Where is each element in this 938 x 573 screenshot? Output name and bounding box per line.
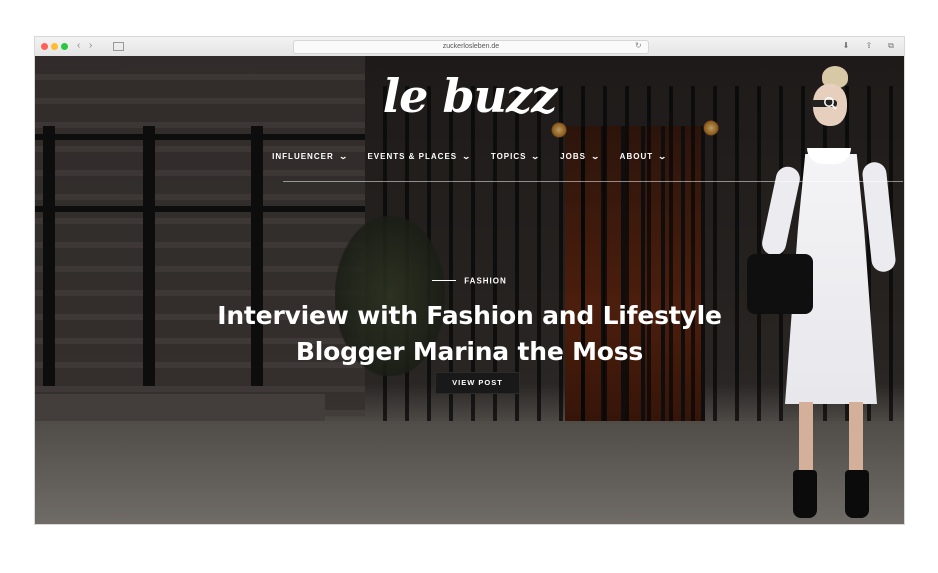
headline-line-1: Interview with Fashion and Lifestyle [217,301,722,330]
reload-icon[interactable]: ↻ [635,40,642,52]
zoom-window-button[interactable] [61,43,68,50]
nav-item-label: ABOUT [619,151,654,161]
browser-toolbar: ‹ › zuckerlosleben.de ↻ ⬇ ⇪ ⧉ [35,37,904,57]
address-bar[interactable]: zuckerlosleben.de [293,40,649,54]
chevron-down-icon: ⌄ [461,151,473,161]
back-arrow-icon[interactable]: ‹ [77,40,80,52]
nav-item-label: EVENTS & PLACES [367,151,458,161]
share-icon[interactable]: ⇪ [864,41,874,51]
tabs-overview-icon[interactable]: ⧉ [886,41,896,51]
nav-item-topics[interactable]: TOPICS ⌄ [490,151,542,161]
site-logo[interactable]: le buzz [35,68,904,124]
nav-item-events-places[interactable]: EVENTS & PLACES ⌄ [367,151,473,161]
close-window-button[interactable] [41,43,48,50]
address-bar-url: zuckerlosleben.de [442,43,500,50]
chevron-down-icon: ⌄ [590,151,602,161]
nav-item-influencer[interactable]: INFLUENCER ⌄ [272,152,347,161]
minimize-window-button[interactable] [51,43,58,50]
post-category[interactable]: FASHION [35,272,904,290]
nav-item-label: JOBS [560,151,586,161]
main-navigation: INFLUENCER ⌄ EVENTS & PLACES ⌄ TOPICS ⌄ … [35,142,904,170]
nav-item-label: INFLUENCER [272,151,334,161]
download-icon[interactable]: ⬇ [841,41,851,51]
chevron-down-icon: ⌄ [657,151,669,161]
nav-item-jobs[interactable]: JOBS ⌄ [560,152,600,161]
nav-divider [283,181,903,182]
chevron-down-icon: ⌄ [530,151,542,161]
sidebar-toggle-icon[interactable] [113,42,124,51]
hero-section: le buzz INFLUENCER ⌄ EVENTS & PLACES ⌄ T… [35,56,904,524]
search-icon[interactable] [823,96,837,110]
woman-figure [747,66,904,524]
category-label: FASHION [464,276,507,286]
browser-window: ‹ › zuckerlosleben.de ↻ ⬇ ⇪ ⧉ le buzz IN… [35,37,904,524]
post-headline[interactable]: Interview with Fashion and Lifestyle Blo… [35,298,904,370]
headline-line-2: Blogger Marina the Moss [295,337,644,366]
nav-item-label: TOPICS [490,151,527,161]
category-rule [432,280,457,282]
nav-item-about[interactable]: ABOUT ⌄ [620,152,667,161]
forward-arrow-icon[interactable]: › [89,40,92,52]
chevron-down-icon: ⌄ [338,151,349,161]
view-post-button[interactable]: VIEW POST [435,372,520,394]
